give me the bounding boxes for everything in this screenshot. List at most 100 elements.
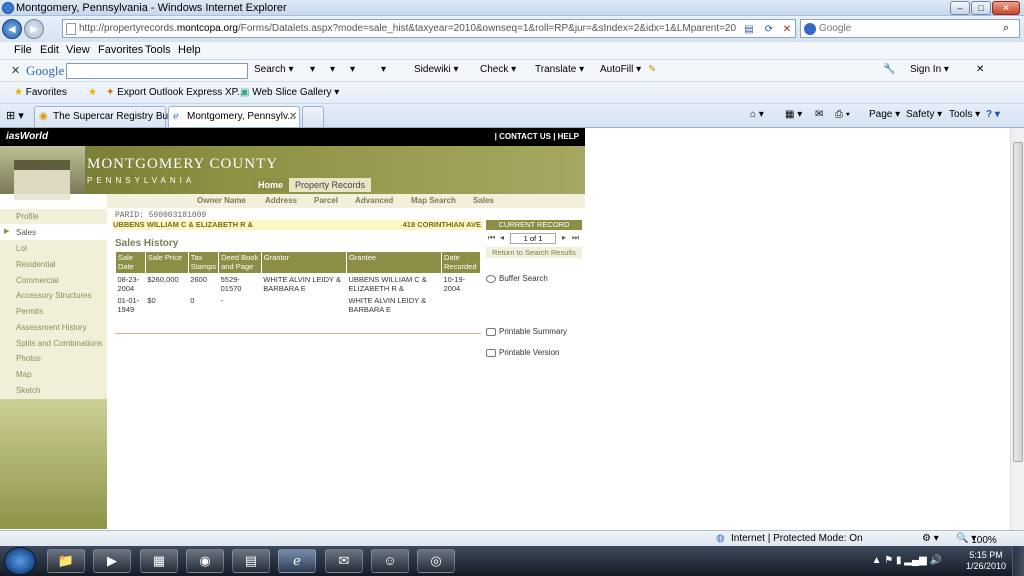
sidebar-item-sales[interactable]: Sales xyxy=(16,228,36,237)
compat-view-icon[interactable]: ▤ xyxy=(743,24,755,36)
toolbar-autofill[interactable]: AutoFill ▾ xyxy=(600,64,641,75)
quick-tabs-icon[interactable]: ⊞ ▾ xyxy=(6,109,24,122)
sidebar-item-splits[interactable]: Splits and Combinations xyxy=(16,339,102,348)
calculator-taskbar-icon[interactable]: ▤ xyxy=(232,549,270,573)
nav-map-search[interactable]: Map Search xyxy=(411,196,456,205)
clock[interactable]: 5:15 PM 1/26/2010 xyxy=(966,550,1006,572)
contact-us-link[interactable]: CONTACT US xyxy=(499,132,551,141)
help-menu[interactable]: ? ▾ xyxy=(986,109,1000,120)
close-tab-icon[interactable]: ✕ xyxy=(289,111,297,122)
refresh-icon[interactable]: ⟳ xyxy=(763,24,775,36)
close-button[interactable]: ✕ xyxy=(992,1,1020,15)
address-row: ◄ ► http://propertyrecords.montcopa.org/… xyxy=(0,16,1024,42)
safety-menu[interactable]: Safety ▾ xyxy=(906,109,942,120)
sidebar-item-residential[interactable]: Residential xyxy=(16,260,56,269)
toolbar-translate[interactable]: Translate ▾ xyxy=(535,64,584,75)
nav-advanced[interactable]: Advanced xyxy=(355,196,393,205)
home-icon[interactable]: ⌂ ▾ xyxy=(750,109,764,120)
forward-button[interactable]: ► xyxy=(24,19,44,39)
toolbar-close-right-icon[interactable]: ✕ xyxy=(976,64,984,75)
sidebar-item-permits[interactable]: Permits xyxy=(16,307,43,316)
sidebar-item-commercial[interactable]: Commercial xyxy=(16,276,59,285)
menu-file[interactable]: File xyxy=(14,44,32,56)
sidebar-item-accessory-structures[interactable]: Accessory Structures xyxy=(16,291,92,300)
search-box[interactable]: Google ⌕ xyxy=(800,19,1020,38)
highlight-icon[interactable]: ✎ xyxy=(648,64,656,75)
menu-edit[interactable]: Edit xyxy=(40,44,59,56)
minimize-button[interactable]: – xyxy=(950,1,970,15)
scrollbar-thumb[interactable] xyxy=(1013,142,1023,462)
back-button[interactable]: ◄ xyxy=(2,19,22,39)
tab-supercar-registry[interactable]: ◉ The Supercar Registry Bull... xyxy=(34,106,181,127)
app3-taskbar-icon[interactable]: ☺ xyxy=(371,549,409,573)
tab-property-records[interactable]: Property Records xyxy=(289,178,372,192)
app4-taskbar-icon[interactable]: ◎ xyxy=(417,549,455,573)
nav-owner-name[interactable]: Owner Name xyxy=(197,196,246,205)
tab-montgomery[interactable]: ℯ Montgomery, Pennsylv... ✕ xyxy=(168,106,300,127)
mail-icon[interactable]: ✉ xyxy=(815,109,823,120)
record-position[interactable]: 1 of 1 xyxy=(510,233,556,244)
mail-taskbar-icon[interactable]: ✉ xyxy=(325,549,363,573)
toolbar-check[interactable]: Check ▾ xyxy=(480,64,516,75)
feeds-icon[interactable]: ▦ ▾ xyxy=(785,109,802,120)
help-link[interactable]: HELP xyxy=(558,132,579,141)
address-bar[interactable]: http://propertyrecords.montcopa.org/Form… xyxy=(62,19,796,38)
sign-in-link[interactable]: Sign In ▾ xyxy=(910,64,949,75)
owner-address: 418 CORINTHIAN AVE xyxy=(402,220,481,229)
start-button[interactable] xyxy=(4,547,36,575)
return-to-search-link[interactable]: Return to Search Results xyxy=(486,247,582,258)
favorites-button[interactable]: ★ Favorites xyxy=(14,87,67,98)
maximize-button[interactable]: □ xyxy=(971,1,991,15)
toolbar-search[interactable]: Search ▾ xyxy=(254,64,293,75)
toolbar-menu-3[interactable]: ▾ xyxy=(350,64,355,75)
show-desktop-button[interactable] xyxy=(1012,546,1024,576)
prev-record-icon[interactable]: ◂ xyxy=(500,233,504,242)
menu-help[interactable]: Help xyxy=(178,44,201,56)
protected-mode-icon[interactable]: ⚙ ▾ xyxy=(922,533,939,544)
app2-taskbar-icon[interactable]: ◉ xyxy=(186,549,224,573)
sidebar-item-assessment-history[interactable]: Assessment History xyxy=(16,323,87,332)
fav-export-outlook[interactable]: ✦ Export Outlook Express XP... xyxy=(106,87,245,98)
wrench-icon[interactable]: 🔧 xyxy=(883,64,895,75)
toolbar-sidewiki[interactable]: Sidewiki ▾ xyxy=(414,64,458,75)
stop-icon[interactable]: ✕ xyxy=(781,24,793,36)
toolbar-menu-2[interactable]: ▾ xyxy=(330,64,335,75)
nav-sales[interactable]: Sales xyxy=(473,196,494,205)
toolbar-close-icon[interactable]: ✕ xyxy=(11,64,20,77)
tab-home[interactable]: Home xyxy=(252,178,290,192)
fav-web-slice-gallery[interactable]: ▣ Web Slice Gallery ▾ xyxy=(240,87,339,98)
search-icon[interactable]: ⌕ xyxy=(1003,22,1009,35)
google-search-input[interactable] xyxy=(66,63,248,79)
nav-parcel[interactable]: Parcel xyxy=(314,196,338,205)
first-record-icon[interactable]: ⏮ xyxy=(488,233,495,243)
sidebar-item-photos[interactable]: Photos xyxy=(16,354,41,363)
ie-taskbar-icon[interactable]: ℯ xyxy=(278,549,316,573)
print-icon[interactable]: ⎙ ▾ xyxy=(835,109,850,120)
sidebar-item-sketch[interactable]: Sketch xyxy=(16,386,40,395)
add-favorite-icon[interactable]: ★ xyxy=(88,87,97,98)
vertical-scrollbar[interactable] xyxy=(1010,128,1024,530)
cell-deed-book: - xyxy=(218,294,262,316)
buffer-search-link[interactable]: Buffer Search xyxy=(486,274,548,283)
explorer-taskbar-icon[interactable]: 📁 xyxy=(47,549,85,573)
printable-version-link[interactable]: Printable Version xyxy=(486,348,559,357)
zoom-level[interactable]: 🔍 100% ▾ xyxy=(956,533,997,546)
menu-view[interactable]: View xyxy=(66,44,90,56)
menu-tools[interactable]: Tools xyxy=(145,44,171,56)
next-record-icon[interactable]: ▸ xyxy=(562,233,566,242)
toolbar-menu-4[interactable]: ▾ xyxy=(381,64,386,75)
media-player-taskbar-icon[interactable]: ▶ xyxy=(93,549,131,573)
sidebar-item-map[interactable]: Map xyxy=(16,370,32,379)
sidebar-item-lot[interactable]: Lot xyxy=(16,244,27,253)
system-tray[interactable]: ▲ ⚑ ▮ ▂▄▆ 🔊 xyxy=(872,555,942,566)
nav-address[interactable]: Address xyxy=(265,196,297,205)
printable-summary-link[interactable]: Printable Summary xyxy=(486,327,567,336)
toolbar-menu-1[interactable]: ▾ xyxy=(310,64,315,75)
tools-menu[interactable]: Tools ▾ xyxy=(949,109,980,120)
menu-favorites[interactable]: Favorites xyxy=(98,44,143,56)
new-tab-button[interactable] xyxy=(302,106,324,127)
last-record-icon[interactable]: ⏭ xyxy=(572,233,579,243)
sidebar-item-profile[interactable]: Profile xyxy=(16,212,39,221)
app-taskbar-icon[interactable]: ▦ xyxy=(140,549,178,573)
page-menu[interactable]: Page ▾ xyxy=(869,109,900,120)
